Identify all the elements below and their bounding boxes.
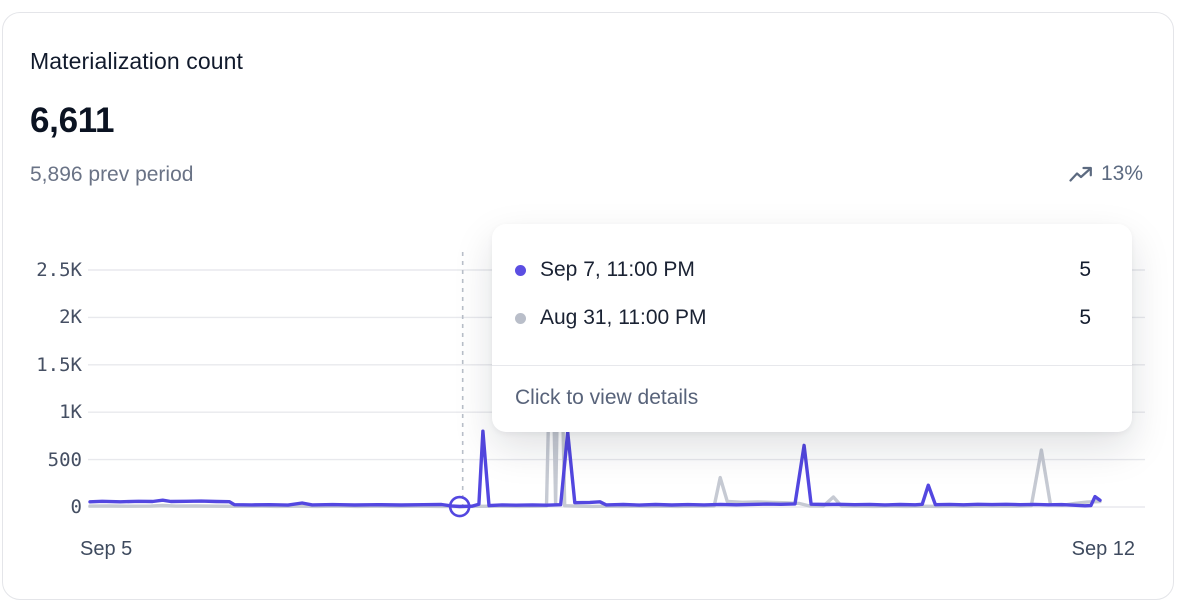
metric-value: 6,611 bbox=[30, 100, 114, 142]
y-tick-label: 0 bbox=[18, 496, 82, 518]
page-title: Materialization count bbox=[30, 46, 243, 76]
y-tick-label: 2K bbox=[18, 306, 82, 328]
trend-percent: 13% bbox=[1101, 162, 1143, 186]
tooltip-previous-value: 5 bbox=[1079, 306, 1091, 330]
tooltip-row-previous: Aug 31, 11:00 PM 5 bbox=[492, 294, 1132, 342]
tooltip-current-label: Sep 7, 11:00 PM bbox=[540, 258, 1065, 282]
tooltip-previous-label: Aug 31, 11:00 PM bbox=[540, 306, 1065, 330]
tooltip-current-value: 5 bbox=[1079, 258, 1091, 282]
prev-period-value: 5,896 prev period bbox=[30, 162, 193, 188]
series-line-current-period bbox=[90, 431, 1100, 506]
y-tick-label: 2.5K bbox=[18, 259, 82, 281]
y-tick-label: 1.5K bbox=[18, 354, 82, 376]
previous-series-dot-icon bbox=[515, 313, 526, 324]
x-axis-label-start: Sep 5 bbox=[80, 536, 132, 562]
x-axis-label-end: Sep 12 bbox=[1072, 536, 1135, 562]
y-tick-label: 500 bbox=[18, 449, 82, 471]
tooltip-row-current: Sep 7, 11:00 PM 5 bbox=[492, 246, 1132, 294]
current-series-dot-icon bbox=[515, 265, 526, 276]
chart-tooltip[interactable]: Sep 7, 11:00 PM 5 Aug 31, 11:00 PM 5 Cli… bbox=[492, 224, 1132, 432]
trend-indicator: 13% bbox=[1069, 162, 1143, 186]
tooltip-footer-link[interactable]: Click to view details bbox=[492, 366, 1132, 410]
trending-up-icon bbox=[1069, 166, 1093, 183]
y-tick-label: 1K bbox=[18, 401, 82, 423]
